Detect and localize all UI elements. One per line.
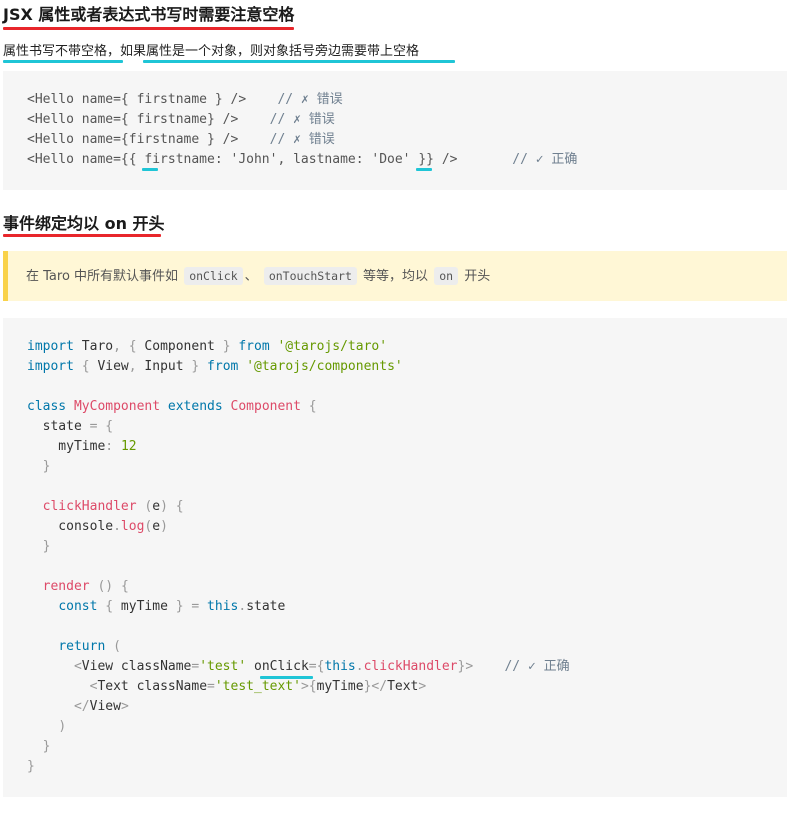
code-line: console.log(e) xyxy=(27,519,168,534)
inline-code-ontouchstart: onTouchStart xyxy=(263,267,357,285)
code-line: myTime: 12 xyxy=(27,439,137,454)
code-line: } xyxy=(27,759,35,774)
tip-box: 在 Taro 中所有默认事件如 onClick、 onTouchStart 等等… xyxy=(3,251,787,301)
code-text: <Hello name={{ firstname: 'John', lastna… xyxy=(27,152,458,167)
code-comment: // ✗ 错误 xyxy=(277,92,343,107)
code-line: } xyxy=(42,459,51,474)
code-line: <Hello name={{ firstname: 'John', lastna… xyxy=(27,150,577,170)
tip-text-1: 在 Taro 中所有默认事件如 xyxy=(26,269,179,284)
code-text: <Hello name={ firstname} /> xyxy=(27,112,239,127)
tip-text: 在 Taro 中所有默认事件如 onClick、 onTouchStart 等等… xyxy=(26,266,490,287)
heading-underline xyxy=(3,27,294,30)
intro-highlight-2 xyxy=(143,60,455,63)
intro-text: 属性书写不带空格，如果属性是一个对象，则对象括号旁边需要带上空格 xyxy=(3,42,419,62)
code-text: <Hello name={firstname } /> xyxy=(27,132,239,147)
code-comment: // ✗ 错误 xyxy=(269,112,335,127)
code-line: ) xyxy=(58,719,67,734)
code-line: render () { xyxy=(42,579,129,594)
code-line: </View> xyxy=(73,699,129,714)
intro-highlight-1 xyxy=(3,60,123,63)
tip-separator: 、 xyxy=(244,269,258,284)
code-line: <View className='test' onClick={this.cli… xyxy=(73,659,570,674)
code-line: <Hello name={ firstname} /> // ✗ 错误 xyxy=(27,110,335,130)
space-highlight-left xyxy=(142,168,158,171)
code-line: import Taro, { Component } from '@tarojs… xyxy=(27,339,388,354)
tip-accent-bar xyxy=(3,251,8,301)
code-block-jsx-spacing: <Hello name={ firstname } /> // ✗ 错误 <He… xyxy=(3,71,787,190)
code-line: } xyxy=(42,539,51,554)
code-line: const { myTime } = this.state xyxy=(58,599,286,614)
heading-underline xyxy=(3,234,161,237)
section-heading-jsx-spacing: JSX 属性或者表达式书写时需要注意空格 xyxy=(3,5,295,24)
code-comment: // ✗ 错误 xyxy=(269,132,335,147)
space-highlight-right xyxy=(416,168,432,171)
code-line: clickHandler (e) { xyxy=(42,499,184,514)
code-line: <Hello name={firstname } /> // ✗ 错误 xyxy=(27,130,335,150)
code-block-event-binding: import Taro, { Component } from '@tarojs… xyxy=(3,318,787,797)
code-line: import { View, Input } from '@tarojs/com… xyxy=(27,359,403,374)
code-line: } xyxy=(42,739,51,754)
intro-part2: 如果属性是一个对象，则对象括号旁边需要带上空格 xyxy=(120,44,420,59)
inline-code-on: on xyxy=(434,267,459,285)
section-heading-event-binding: 事件绑定均以 on 开头 xyxy=(3,214,165,233)
code-comment: // ✓ 正确 xyxy=(512,152,578,167)
tip-text-3: 开头 xyxy=(464,269,491,284)
code-line: state = { xyxy=(27,419,114,434)
code-line: class MyComponent extends Component { xyxy=(27,399,317,414)
tip-text-2: 等等，均以 xyxy=(363,269,429,284)
code-line: <Hello name={ firstname } /> // ✗ 错误 xyxy=(27,90,343,110)
intro-part1: 属性书写不带空格， xyxy=(3,44,121,59)
inline-code-onclick: onClick xyxy=(184,267,243,285)
code-text: <Hello name={ firstname } /> xyxy=(27,92,247,107)
code-line: return ( xyxy=(58,639,121,654)
code-line: <Text className='test_text'>{myTime}</Te… xyxy=(89,679,427,694)
